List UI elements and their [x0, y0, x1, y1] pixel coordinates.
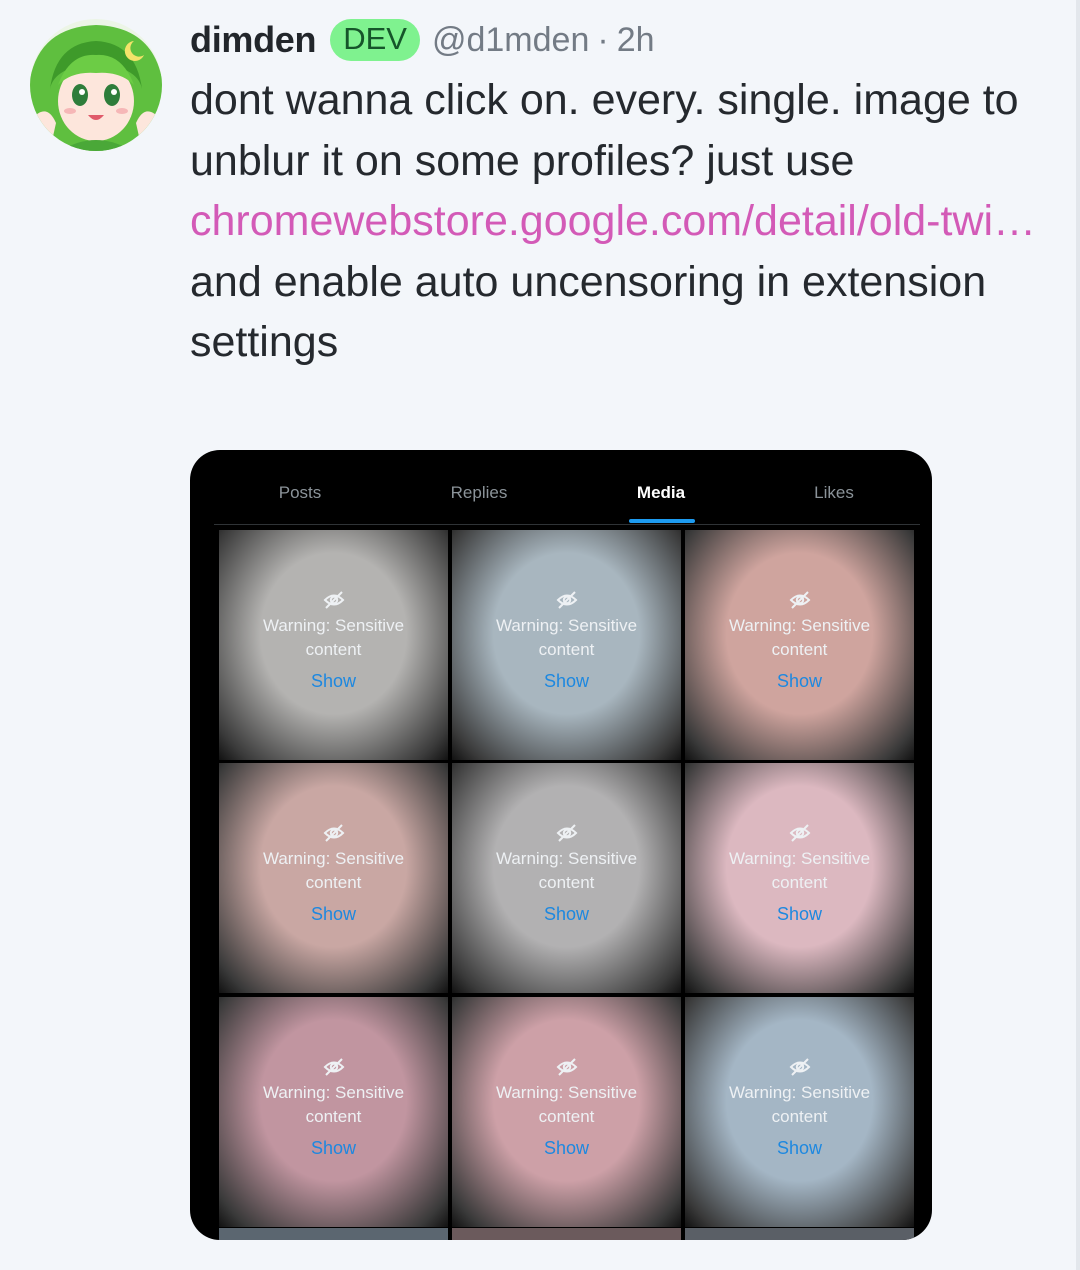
- show-button[interactable]: Show: [777, 904, 822, 925]
- show-button[interactable]: Show: [777, 671, 822, 692]
- sensitive-warning: Warning: Sensitive content Show: [452, 1055, 681, 1159]
- timestamp[interactable]: 2h: [617, 21, 655, 60]
- sensitive-media-tile[interactable]: Warning: Sensitive content Show: [685, 530, 914, 760]
- warning-text: Warning: Sensitive content: [262, 1083, 405, 1126]
- show-button[interactable]: Show: [544, 671, 589, 692]
- tweet-text-after: and enable auto uncensoring in extension…: [190, 257, 987, 367]
- show-button[interactable]: Show: [544, 904, 589, 925]
- partial-media-tile: [685, 1228, 914, 1240]
- eye-slash-icon: [788, 1055, 812, 1079]
- eye-slash-icon: [555, 821, 579, 845]
- attached-screenshot[interactable]: Posts Replies Media Likes Warning: Sensitiv…: [190, 450, 932, 1240]
- dev-badge: DEV: [330, 19, 420, 61]
- sensitive-media-tile[interactable]: Warning: Sensitive content Show: [452, 763, 681, 993]
- show-button[interactable]: Show: [311, 1138, 356, 1159]
- warning-text: Warning: Sensitive content: [262, 616, 405, 659]
- tweet-header: dimden DEV @d1mden · 2h: [190, 16, 655, 64]
- sensitive-media-tile[interactable]: Warning: Sensitive content Show: [219, 763, 448, 993]
- warning-text: Warning: Sensitive content: [728, 849, 871, 892]
- sensitive-media-tile[interactable]: Warning: Sensitive content Show: [685, 763, 914, 993]
- show-button[interactable]: Show: [544, 1138, 589, 1159]
- show-button[interactable]: Show: [311, 904, 356, 925]
- sensitive-warning: Warning: Sensitive content Show: [219, 588, 448, 692]
- warning-text: Warning: Sensitive content: [728, 1083, 871, 1126]
- eye-slash-icon: [322, 1055, 346, 1079]
- sensitive-media-tile[interactable]: Warning: Sensitive content Show: [452, 530, 681, 760]
- warning-text: Warning: Sensitive content: [728, 616, 871, 659]
- show-button[interactable]: Show: [311, 671, 356, 692]
- sensitive-warning: Warning: Sensitive content Show: [685, 588, 914, 692]
- partial-media-tile: [452, 1228, 681, 1240]
- show-button[interactable]: Show: [777, 1138, 822, 1159]
- warning-text: Warning: Sensitive content: [262, 849, 405, 892]
- sensitive-warning: Warning: Sensitive content Show: [219, 1055, 448, 1159]
- eye-slash-icon: [555, 588, 579, 612]
- right-edge-divider: [1076, 0, 1080, 1270]
- sensitive-media-tile[interactable]: Warning: Sensitive content Show: [452, 997, 681, 1227]
- warning-text: Warning: Sensitive content: [495, 616, 638, 659]
- avatar[interactable]: [30, 19, 162, 151]
- sensitive-warning: Warning: Sensitive content Show: [685, 821, 914, 925]
- tweet-text-before: dont wanna click on. every. single. imag…: [190, 76, 1019, 185]
- tweet-text: dont wanna click on. every. single. imag…: [190, 70, 1040, 373]
- partial-media-tile: [219, 1228, 448, 1240]
- user-handle[interactable]: @d1mden: [432, 21, 589, 60]
- media-grid: Warning: Sensitive content Show Warning: S…: [190, 450, 932, 1240]
- sensitive-media-tile[interactable]: Warning: Sensitive content Show: [219, 530, 448, 760]
- sensitive-warning: Warning: Sensitive content Show: [685, 1055, 914, 1159]
- separator-dot: ·: [597, 20, 609, 59]
- display-name[interactable]: dimden: [190, 19, 317, 61]
- eye-slash-icon: [555, 1055, 579, 1079]
- sensitive-warning: Warning: Sensitive content Show: [452, 821, 681, 925]
- warning-text: Warning: Sensitive content: [495, 849, 638, 892]
- eye-slash-icon: [322, 821, 346, 845]
- eye-slash-icon: [788, 588, 812, 612]
- sensitive-media-tile[interactable]: Warning: Sensitive content Show: [685, 997, 914, 1227]
- extension-link[interactable]: chromewebstore.google.com/detail/old-twi…: [190, 197, 1036, 245]
- warning-text: Warning: Sensitive content: [495, 1083, 638, 1126]
- sensitive-warning: Warning: Sensitive content Show: [452, 588, 681, 692]
- sensitive-media-tile[interactable]: Warning: Sensitive content Show: [219, 997, 448, 1227]
- sensitive-warning: Warning: Sensitive content Show: [219, 821, 448, 925]
- eye-slash-icon: [788, 821, 812, 845]
- avatar-image-icon: [30, 19, 162, 151]
- eye-slash-icon: [322, 588, 346, 612]
